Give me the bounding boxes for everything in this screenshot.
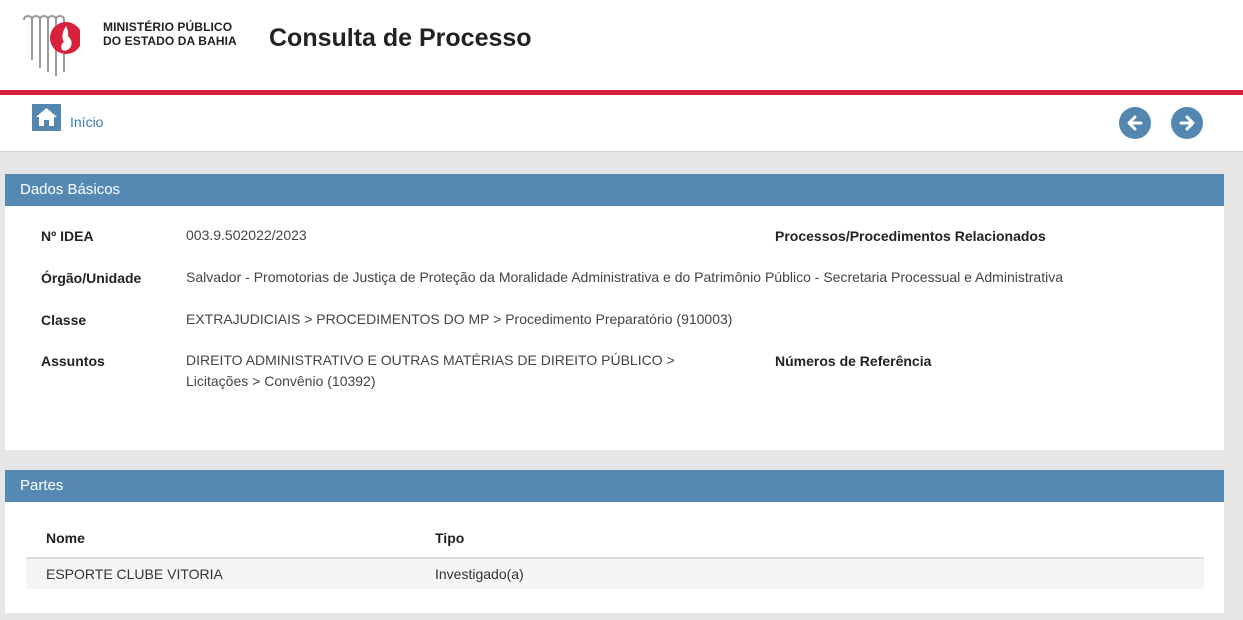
orgao-label: Órgão/Unidade [41, 270, 142, 286]
page-title: Consulta de Processo [269, 24, 532, 52]
party-type: Investigado(a) [415, 558, 1204, 589]
arrow-left-icon [1127, 115, 1143, 131]
reference-numbers-label: Números de Referência [775, 353, 932, 369]
navigation-bar: Início [0, 95, 1243, 152]
basic-data-panel: Dados Básicos Nº IDEA 003.9.502022/2023 … [5, 174, 1224, 450]
home-icon[interactable] [32, 104, 61, 131]
parties-panel: Partes Nome Tipo ESPORTE CLUBE VITORIA I… [5, 470, 1224, 613]
institution-name-line1: MINISTÉRIO PÚBLICO [103, 20, 233, 34]
institution-name-line2: DO ESTADO DA BAHIA [103, 34, 237, 48]
home-link[interactable]: Início [70, 114, 103, 130]
arrow-right-icon [1179, 115, 1195, 131]
related-processes-label: Processos/Procedimentos Relacionados [775, 228, 1046, 244]
party-name: ESPORTE CLUBE VITORIA [26, 558, 415, 589]
mp-logo [23, 14, 80, 76]
column-header-tipo: Tipo [415, 518, 1204, 559]
orgao-value: Salvador - Promotorias de Justiça de Pro… [186, 269, 1063, 285]
back-button[interactable] [1119, 107, 1151, 139]
assuntos-label: Assuntos [41, 353, 105, 369]
table-row: ESPORTE CLUBE VITORIA Investigado(a) [26, 558, 1204, 589]
basic-data-heading: Dados Básicos [5, 174, 1224, 206]
idea-value: 003.9.502022/2023 [186, 227, 307, 243]
parties-heading: Partes [5, 470, 1224, 502]
institution-name: MINISTÉRIO PÚBLICO DO ESTADO DA BAHIA [103, 20, 237, 48]
forward-button[interactable] [1171, 107, 1203, 139]
parties-table: Nome Tipo ESPORTE CLUBE VITORIA Investig… [26, 518, 1204, 589]
assuntos-line2: Licitações > Convênio (10392) [186, 373, 376, 389]
classe-label: Classe [41, 312, 87, 328]
classe-value: EXTRAJUDICIAIS > PROCEDIMENTOS DO MP > P… [186, 311, 733, 327]
idea-label: Nº IDEA [41, 228, 94, 244]
assuntos-value: DIREITO ADMINISTRATIVO E OUTRAS MATÉRIAS… [186, 350, 675, 392]
column-header-nome: Nome [26, 518, 415, 559]
assuntos-line1: DIREITO ADMINISTRATIVO E OUTRAS MATÉRIAS… [186, 352, 675, 368]
table-header-row: Nome Tipo [26, 518, 1204, 559]
page-header: MINISTÉRIO PÚBLICO DO ESTADO DA BAHIA Co… [0, 0, 1243, 90]
